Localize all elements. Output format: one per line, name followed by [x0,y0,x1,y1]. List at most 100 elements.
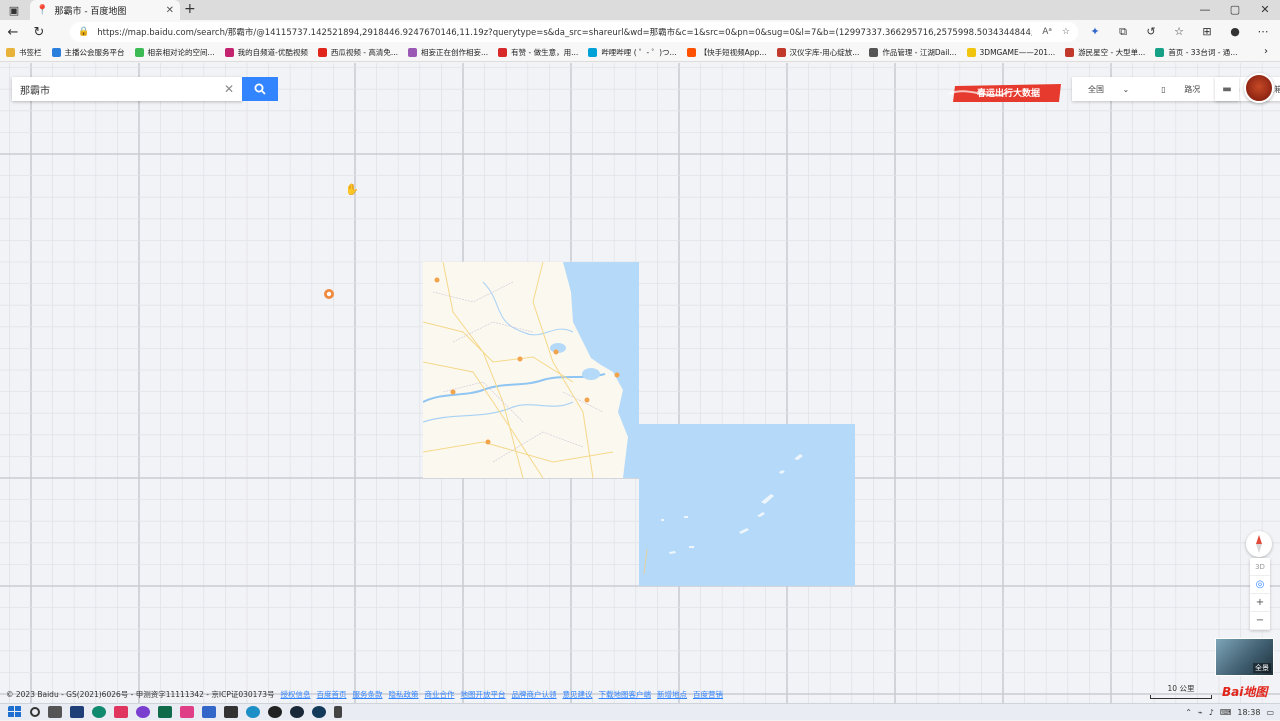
task-view-icon[interactable] [48,706,62,718]
bookmark-item[interactable]: 西瓜视频 - 高清免... [317,47,398,58]
street-view-label: 全景 [1253,663,1271,673]
file-explorer-icon[interactable] [70,706,84,718]
read-aloud-icon[interactable]: Aᵃ [1042,27,1052,37]
favorite-star-icon[interactable]: ☆ [1062,27,1070,37]
footer-link[interactable]: 品牌商户认领 [512,689,557,700]
footer-link[interactable]: 意见建议 [563,689,593,700]
close-tab-icon[interactable]: ✕ [166,5,174,16]
sound-icon[interactable]: ♪ [1209,708,1214,717]
extension-icon[interactable]: ✦ [1084,22,1106,42]
footer-link[interactable]: 商业合作 [425,689,455,700]
footer-link[interactable]: 新增地点 [657,689,687,700]
bookmark-item[interactable]: 主播公会服务平台 [51,47,125,58]
bookmark-favicon-icon [1155,48,1165,57]
map-placeholder-grid [0,63,1280,703]
map-tile-east-china [423,262,639,478]
bookmark-item[interactable]: 有赞 - 做生意，用... [498,47,578,58]
url-field[interactable]: 🔒 https://map.baidu.com/search/那霸市/@1411… [70,22,1078,42]
bookmark-item[interactable]: 哔哩哔哩 ( ゜- ゜)つ... [588,47,677,58]
spring-travel-banner[interactable]: 春运出行大数据 [948,80,1065,106]
street-view-thumbnail[interactable]: 全景 [1215,638,1274,676]
search-input[interactable] [20,83,224,95]
map-canvas[interactable]: ✕ ✋ 春运出行大数据 全国 ⌄ ▯ 路况 ▭ 工具箱 ⌄ ▬ 3D ◎ + − [0,63,1280,703]
app-icon-blue[interactable] [202,706,216,718]
taskbar-search-icon[interactable] [30,707,40,717]
bookmark-label: 作品管理 - 江湖Dail... [882,48,957,57]
bookmark-item[interactable]: 相妄正在创作相妄... [408,47,488,58]
scale-label: 10 公里 [1167,684,1195,693]
tray-expand-icon[interactable]: ⌃ [1185,708,1192,717]
traffic-icon: ▯ [1161,84,1166,94]
notification-icon[interactable]: ▭ [1266,708,1274,717]
3d-toggle-button[interactable]: 3D [1250,558,1270,576]
footer-link[interactable]: 服务条款 [353,689,383,700]
footer-link[interactable]: 授权信息 [281,689,311,700]
app-icon-figure[interactable] [334,706,342,718]
region-selector[interactable]: 全国 ⌄ [1072,84,1145,95]
new-tab-icon[interactable]: + [184,1,196,17]
zoom-in-button[interactable]: + [1250,594,1270,612]
lock-icon[interactable]: 🔒 [78,27,89,37]
refresh-icon[interactable]: ↻ [26,25,52,40]
ime-icon[interactable]: ⌨ [1220,708,1232,717]
bookmark-item[interactable]: 汉仪字库-用心绽放... [776,47,859,58]
traffic-button[interactable]: ▯ 路况 [1145,84,1216,95]
footer-link[interactable]: 隐私政策 [389,689,419,700]
bookmark-item[interactable]: 首页 - 33台词 - 通... [1155,47,1237,58]
back-icon[interactable]: ← [0,25,26,40]
app-icon-purple[interactable] [136,706,150,718]
footer-link[interactable]: 下载地图客户端 [599,689,652,700]
bookmarks-overflow-icon[interactable]: › [1264,46,1268,57]
browser-tabstrip: ▣ 📍 那霸市 - 百度地图 ✕ + — ▢ ✕ [0,0,1280,20]
footer-link[interactable]: 百度营销 [693,689,723,700]
browser-toolbar: ✦ ⧉ ↺ ☆ ⊞ ● ⋯ [1084,22,1274,42]
close-window-icon[interactable]: ✕ [1250,0,1280,20]
bookmark-item[interactable]: 【快手短视频App... [686,47,767,58]
collections-icon[interactable]: ⊞ [1196,22,1218,42]
more-icon[interactable]: ⋯ [1252,22,1274,42]
footer-link[interactable]: 百度首页 [317,689,347,700]
bookmark-item[interactable]: 3DMGAME——201... [966,48,1055,57]
app-icon-black[interactable] [268,706,282,718]
bookmark-item[interactable]: 我的自频道-优酷视频 [224,47,308,58]
network-icon[interactable]: ⌁ [1198,708,1203,717]
performance-icon[interactable]: ↺ [1140,22,1162,42]
tab-actions-icon[interactable]: ▣ [6,2,22,18]
bookmark-favicon-icon [1065,48,1075,57]
app-icon-pink[interactable] [180,706,194,718]
bookmark-item[interactable]: 相亲相对论的空间... [134,47,215,58]
app-icon-green[interactable] [158,706,172,718]
browser-tab-active[interactable]: 📍 那霸市 - 百度地图 ✕ [30,0,180,20]
user-avatar[interactable] [1244,73,1274,103]
bookmark-item[interactable]: 作品管理 - 江湖Dail... [869,47,957,58]
favorites-icon[interactable]: ☆ [1168,22,1190,42]
profile-icon[interactable]: ● [1224,22,1246,42]
clock[interactable]: 18:38 [1237,708,1260,717]
bookmark-item[interactable]: 游民星空 - 大型单... [1065,47,1145,58]
app-icon-teal[interactable] [246,706,260,718]
compass-icon[interactable] [1246,531,1272,557]
zoom-out-button[interactable]: − [1250,612,1270,630]
locate-icon[interactable]: ◎ [1250,576,1270,594]
edge-icon[interactable] [92,706,106,718]
zoom-control: 3D ◎ + − [1250,558,1270,630]
bookmark-favicon-icon [134,48,144,57]
bookmark-label: 相妄正在创作相妄... [421,48,489,57]
url-text: https://map.baidu.com/search/那霸市/@141157… [97,28,1032,38]
start-icon[interactable] [8,706,22,718]
app-icon-red[interactable] [114,706,128,718]
split-screen-icon[interactable]: ⧉ [1112,22,1134,42]
message-button[interactable]: ▬ [1215,77,1239,101]
minimize-icon[interactable]: — [1190,0,1220,20]
bookmark-item[interactable]: 书签栏 [6,47,42,58]
app-icon-navy[interactable] [312,706,326,718]
footer-link[interactable]: 地图开放平台 [461,689,506,700]
steam-icon[interactable] [290,706,304,718]
clear-search-icon[interactable]: ✕ [224,82,234,96]
bookmark-label: 哔哩哔哩 ( ゜- ゜)つ... [601,48,677,57]
app-icon-dark[interactable] [224,706,238,718]
bookmark-favicon-icon [588,48,598,57]
maximize-icon[interactable]: ▢ [1220,0,1250,20]
city-marker-icon[interactable] [323,288,335,300]
search-button[interactable] [242,77,278,101]
